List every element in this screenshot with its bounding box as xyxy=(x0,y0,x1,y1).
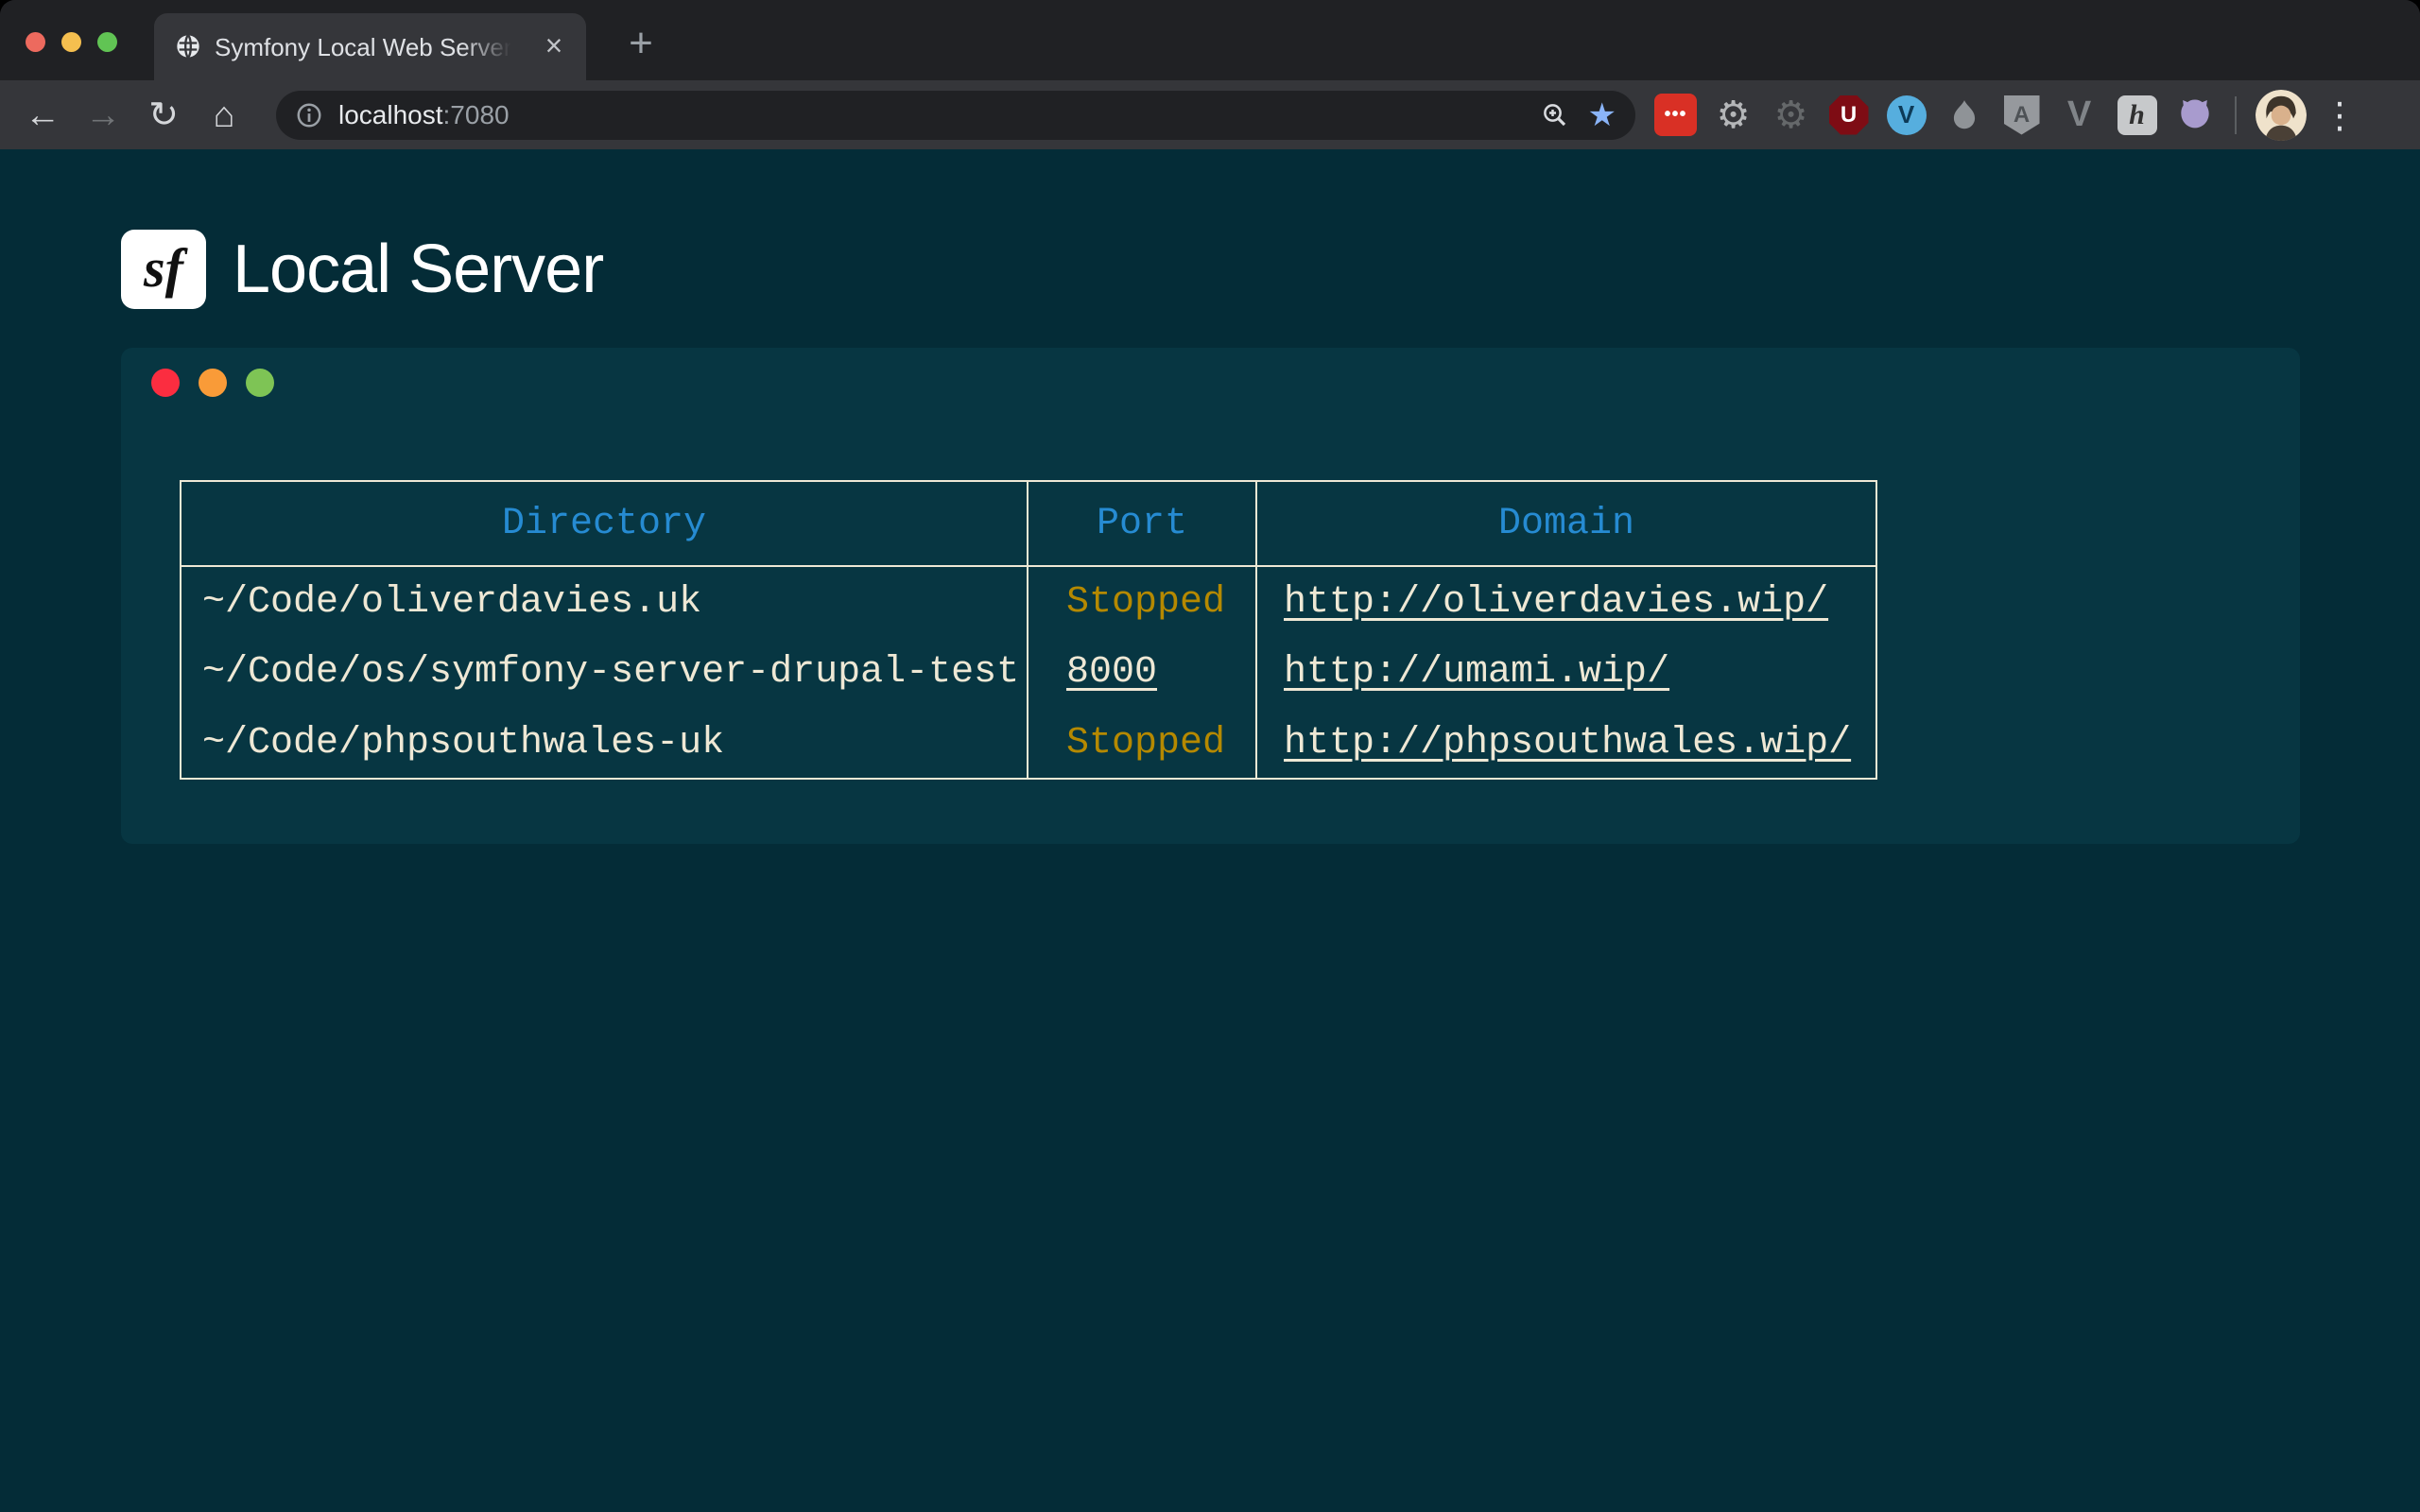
page-zoom-icon[interactable] xyxy=(1541,101,1569,129)
domain-link[interactable]: http://oliverdavies.wip/ xyxy=(1284,581,1828,624)
directory-cell: ~/Code/phpsouthwales-uk xyxy=(181,708,1028,779)
ublock-extension[interactable]: U xyxy=(1827,94,1870,136)
table-row: ~/Code/oliverdavies.uk Stopped http://ol… xyxy=(181,566,1876,637)
window-zoom-button[interactable] xyxy=(97,32,117,52)
address-bar[interactable]: localhost:7080 ★ xyxy=(276,91,1635,140)
window-close-button[interactable] xyxy=(26,32,45,52)
port-cell: Stopped xyxy=(1028,566,1256,637)
toolbar-divider xyxy=(2235,96,2237,134)
domain-cell: http://phpsouthwales.wip/ xyxy=(1256,708,1876,779)
reload-icon[interactable]: ↻ xyxy=(142,94,185,137)
page-content: sf Local Server Directory Port Domain xyxy=(0,149,2420,1512)
browser-window: Symfony Local Web Server: Prox × + ← → ↻… xyxy=(0,0,2420,1512)
url-port: :7080 xyxy=(443,100,510,129)
page-title: Local Server xyxy=(233,231,603,308)
domain-cell: http://oliverdavies.wip/ xyxy=(1256,566,1876,637)
port-cell: Stopped xyxy=(1028,708,1256,779)
browser-tab[interactable]: Symfony Local Web Server: Prox × xyxy=(154,13,586,80)
url-text: localhost:7080 xyxy=(338,100,1541,130)
tab-close-icon[interactable]: × xyxy=(537,29,571,63)
tab-title: Symfony Local Web Server: Prox xyxy=(215,33,517,65)
home-icon[interactable]: ⌂ xyxy=(202,94,246,137)
tab-bar: Symfony Local Web Server: Prox × + xyxy=(0,0,2420,80)
forward-icon[interactable]: → xyxy=(81,94,125,137)
table-row: ~/Code/os/symfony-server-drupal-test 800… xyxy=(181,637,1876,708)
url-host: localhost xyxy=(338,100,443,129)
new-tab-button[interactable]: + xyxy=(616,21,666,70)
card-red-dot-icon xyxy=(151,369,180,397)
table-header-row: Directory Port Domain xyxy=(181,481,1876,566)
globe-favicon-icon xyxy=(175,33,201,60)
card-window-dots xyxy=(121,348,2300,397)
vimium-icon: V xyxy=(1887,95,1927,135)
vimium-extension[interactable]: V xyxy=(1885,94,1927,136)
extensions-row: ••• ⚙ ⚙ U V A V h xyxy=(1654,94,2216,136)
directory-cell: ~/Code/oliverdavies.uk xyxy=(181,566,1028,637)
browser-menu-icon[interactable]: ⋮ xyxy=(2322,96,2358,134)
shield-extension[interactable]: A xyxy=(2000,94,2043,136)
brand-header: sf Local Server xyxy=(121,149,2420,309)
ublock-icon: U xyxy=(1829,95,1869,135)
window-minimize-button[interactable] xyxy=(61,32,81,52)
domain-cell: http://umami.wip/ xyxy=(1256,637,1876,708)
profile-avatar[interactable] xyxy=(2256,90,2307,141)
gear-icon[interactable]: ⚙ xyxy=(1712,94,1754,136)
drupal-drop-icon[interactable] xyxy=(1943,94,1985,136)
table-row: ~/Code/phpsouthwales-uk Stopped http://p… xyxy=(181,708,1876,779)
column-header-directory: Directory xyxy=(181,481,1028,566)
password-manager-icon[interactable]: ••• xyxy=(1654,94,1697,136)
server-card: Directory Port Domain ~/Code/oliverdavie… xyxy=(121,348,2300,844)
window-controls xyxy=(26,32,117,52)
port-link[interactable]: 8000 xyxy=(1066,651,1157,694)
port-cell: 8000 xyxy=(1028,637,1256,708)
column-header-port: Port xyxy=(1028,481,1256,566)
status-badge: Stopped xyxy=(1066,722,1225,765)
directory-cell: ~/Code/os/symfony-server-drupal-test xyxy=(181,637,1028,708)
status-badge: Stopped xyxy=(1066,581,1225,624)
browser-toolbar: ← → ↻ ⌂ localhost:7080 ★ xyxy=(0,80,2420,149)
github-octocat-icon[interactable] xyxy=(2173,94,2216,136)
h-icon: h xyxy=(2118,95,2157,135)
shield-icon: A xyxy=(2004,95,2040,135)
card-orange-dot-icon xyxy=(199,369,227,397)
h-extension[interactable]: h xyxy=(2116,94,2158,136)
vue-icon[interactable]: V xyxy=(2058,94,2100,136)
bookmark-star-icon[interactable]: ★ xyxy=(1588,99,1616,131)
gear-dim-icon[interactable]: ⚙ xyxy=(1770,94,1812,136)
servers-table: Directory Port Domain ~/Code/oliverdavie… xyxy=(180,480,1877,780)
symfony-logo-glyph: sf xyxy=(144,236,183,300)
domain-link[interactable]: http://phpsouthwales.wip/ xyxy=(1284,722,1851,765)
domain-link[interactable]: http://umami.wip/ xyxy=(1284,651,1669,694)
card-green-dot-icon xyxy=(246,369,274,397)
site-info-icon[interactable] xyxy=(295,101,323,129)
column-header-domain: Domain xyxy=(1256,481,1876,566)
back-icon[interactable]: ← xyxy=(21,94,64,137)
symfony-logo: sf xyxy=(121,230,206,309)
